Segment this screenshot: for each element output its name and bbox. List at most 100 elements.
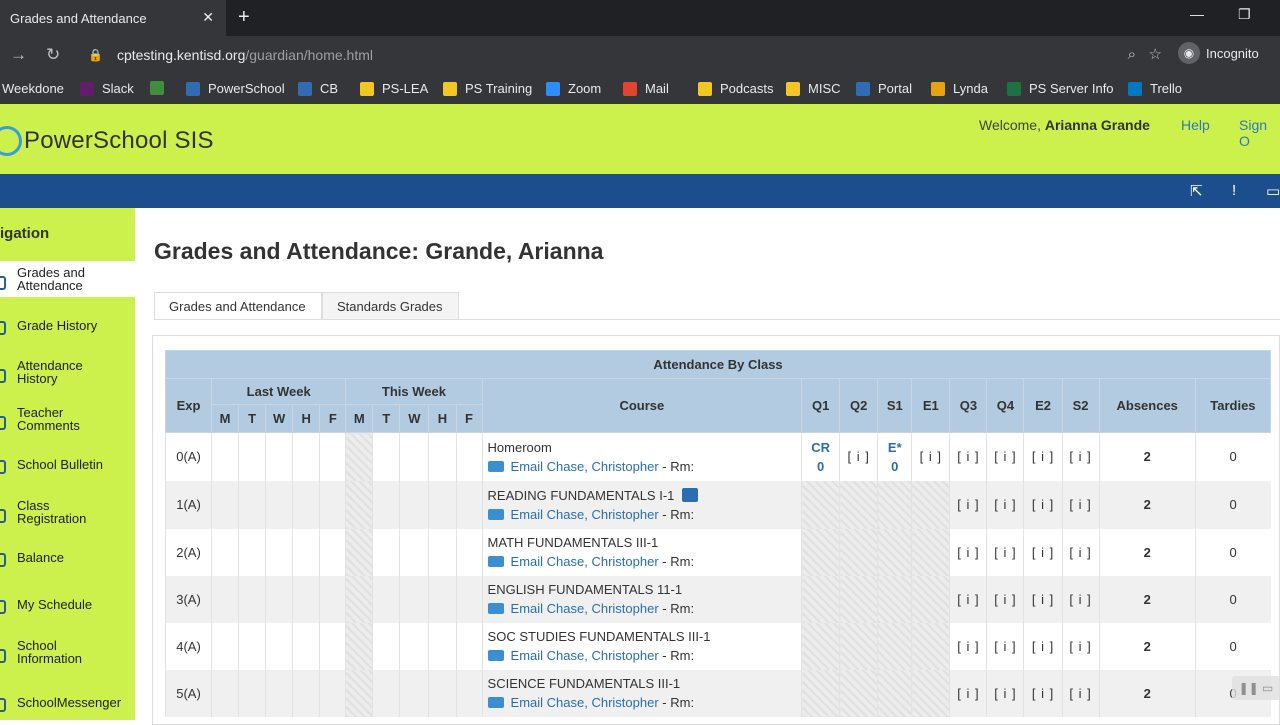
bookmark-label: Weekdone [2, 81, 64, 96]
sidebar-item-label: My Schedule [17, 597, 93, 612]
sidebar-item[interactable]: Teacher Comments [0, 406, 135, 442]
grade-cell-empty [801, 575, 840, 623]
grade-cell-e2[interactable]: [ i ] [1023, 669, 1063, 717]
sidebar-item[interactable]: Grade History [0, 319, 135, 339]
grade-cell-s2[interactable]: [ i ] [1061, 622, 1100, 670]
sidebar-item[interactable]: Class Registration [0, 499, 135, 535]
grade-cell-e2[interactable]: [ i ] [1023, 480, 1063, 529]
bookmark-item[interactable]: PS Training [443, 81, 532, 96]
grade-cell-s2[interactable]: [ i ] [1061, 669, 1100, 717]
bookmark-item[interactable]: Zoom [546, 81, 601, 96]
mail-icon [487, 650, 504, 661]
tab-grades-attendance[interactable]: Grades and Attendance [154, 292, 322, 320]
bookmark-item[interactable]: Slack [80, 81, 134, 96]
zoom-star-icons[interactable]: ⌕ ☆ [1128, 45, 1162, 63]
grade-cell-e2[interactable]: [ i ] [1023, 575, 1063, 623]
grade-cell-q4[interactable]: [ i ] [986, 622, 1024, 670]
absences-link[interactable]: 2 [1098, 575, 1196, 623]
browser-tab[interactable]: Grades and Attendance ✕ [0, 0, 226, 36]
sidebar-item[interactable]: My Schedule [0, 598, 135, 618]
help-link[interactable]: Help [1181, 117, 1210, 133]
app-logo[interactable]: PowerSchool SIS [0, 126, 214, 156]
restore-icon[interactable]: ❐ [1238, 6, 1251, 23]
sidebar-item-icon [0, 460, 6, 474]
address-bar[interactable]: 🔒 cptesting.kentisd.org/guardian/home.ht… [80, 40, 1168, 70]
bookmark-item[interactable]: CB [298, 81, 338, 96]
grade-cell-q4[interactable]: [ i ] [986, 669, 1024, 717]
email-teacher-link[interactable]: Email Chase, Christopher - Rm: [487, 459, 802, 474]
bookmark-item[interactable] [150, 81, 172, 95]
bookmark-item[interactable]: PS Server Info [1007, 81, 1114, 96]
bookmark-icon [1128, 81, 1142, 96]
sidebar-item[interactable]: Balance [0, 551, 135, 571]
absences-link[interactable]: 2 [1098, 480, 1196, 529]
incognito-indicator[interactable]: ◉ Incognito [1178, 42, 1259, 64]
bookmark-icon [186, 81, 200, 96]
bookmark-item[interactable]: Trello [1128, 81, 1182, 96]
forward-icon[interactable]: → [10, 45, 27, 65]
course-name: SOC STUDIES FUNDAMENTALS III-1 [487, 629, 711, 644]
grade-cell-e2[interactable]: [ i ] [1023, 622, 1063, 670]
grade-cell-s2[interactable]: [ i ] [1061, 480, 1100, 529]
email-teacher-link[interactable]: Email Chase, Christopher - Rm: [487, 601, 802, 616]
grade-cell-q4[interactable]: [ i ] [986, 575, 1024, 623]
grade-cell-q2[interactable]: [ i ] [839, 432, 878, 481]
sidebar-item[interactable]: Attendance History [0, 359, 135, 395]
sign-out-link[interactable]: Sign O [1239, 117, 1280, 149]
exp-cell: 0(A) [164, 432, 212, 481]
grade-cell-q1[interactable]: CR 0 [801, 432, 840, 481]
grade-cell-q4[interactable]: [ i ] [986, 480, 1024, 529]
sidebar-item[interactable]: SchoolMessenger [0, 696, 135, 716]
reload-icon[interactable]: ↻ [46, 45, 60, 65]
absences-link[interactable]: 2 [1098, 622, 1196, 670]
bookmark-icon [80, 81, 94, 96]
alert-icon[interactable]: ! [1232, 182, 1236, 199]
tab-standards-grades[interactable]: Standards Grades [322, 292, 459, 320]
sidebar-item[interactable]: School Bulletin [0, 458, 135, 478]
bookmark-item[interactable]: MISC [786, 81, 841, 96]
grade-cell-s1[interactable]: E* 0 [877, 432, 912, 481]
grade-cell-q3[interactable]: [ i ] [949, 432, 987, 481]
absences-link[interactable]: 2 [1098, 528, 1196, 576]
pause-icon[interactable]: ❚❚ ▭ [1232, 676, 1280, 700]
sidebar-item[interactable]: Grades and Attendance [0, 261, 135, 297]
minimize-icon[interactable]: — [1190, 6, 1204, 22]
email-teacher-link[interactable]: Email Chase, Christopher - Rm: [487, 507, 802, 522]
table-row: 2(A) MATH FUNDAMENTALS III-1 Email Chase, … [164, 528, 1271, 576]
grade-cell-s2[interactable]: [ i ] [1061, 528, 1100, 576]
new-tab-icon[interactable]: + [238, 6, 250, 29]
grade-cell-e1[interactable]: [ i ] [911, 432, 950, 481]
email-teacher-link[interactable]: Email Chase, Christopher - Rm: [487, 648, 802, 663]
bookmark-item[interactable]: Weekdone [2, 81, 64, 96]
sidebar-item-icon [0, 369, 6, 383]
email-teacher-link[interactable]: Email Chase, Christopher - Rm: [487, 554, 802, 569]
grade-cell-q4[interactable]: [ i ] [986, 528, 1024, 576]
bookmark-item[interactable]: Lynda [931, 81, 988, 96]
bookmark-item[interactable]: Portal [856, 81, 912, 96]
gradebook-icon[interactable] [682, 487, 699, 502]
external-link-icon[interactable]: ⇱ [1190, 182, 1203, 200]
grade-cell-q4[interactable]: [ i ] [986, 432, 1024, 481]
course-name: ENGLISH FUNDAMENTALS 11-1 [487, 582, 683, 597]
bookmark-item[interactable]: PS-LEA [360, 81, 428, 96]
grade-cell-s2[interactable]: [ i ] [1061, 432, 1100, 481]
sidebar-item[interactable]: School Information [0, 639, 135, 675]
grade-cell-s2[interactable]: [ i ] [1061, 575, 1100, 623]
absences-link[interactable]: 2 [1098, 669, 1196, 717]
grade-cell-q3[interactable]: [ i ] [949, 528, 987, 576]
bookmark-item[interactable]: PowerSchool [186, 81, 285, 96]
print-icon[interactable]: ▭ [1266, 182, 1280, 200]
grade-cell-q3[interactable]: [ i ] [949, 575, 987, 623]
grade-cell-q3[interactable]: [ i ] [949, 669, 987, 717]
day-cell [238, 528, 266, 576]
close-tab-icon[interactable]: ✕ [202, 9, 214, 26]
absences-link[interactable]: 2 [1098, 432, 1196, 481]
grade-cell-q3[interactable]: [ i ] [949, 480, 987, 529]
grade-cell-q3[interactable]: [ i ] [949, 622, 987, 670]
grade-cell-e2[interactable]: [ i ] [1023, 528, 1063, 576]
bookmark-item[interactable]: Podcasts [698, 81, 773, 96]
email-teacher-link[interactable]: Email Chase, Christopher - Rm: [487, 695, 802, 710]
bookmark-item[interactable]: Mail [623, 81, 669, 96]
grade-cell-e2[interactable]: [ i ] [1023, 432, 1063, 481]
course-cell: MATH FUNDAMENTALS III-1 Email Chase, Chri… [481, 528, 802, 576]
